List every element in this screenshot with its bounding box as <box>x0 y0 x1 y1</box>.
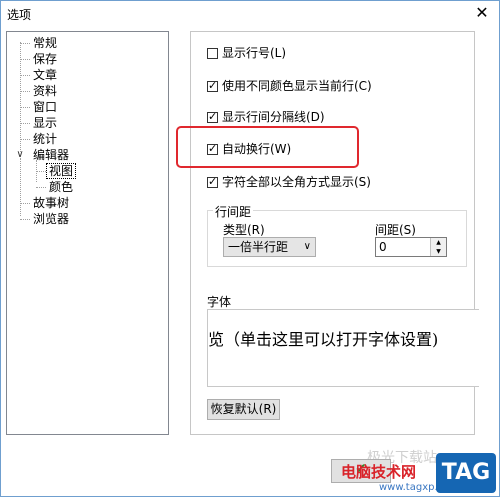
spin-up-icon[interactable]: ▲ <box>431 238 446 247</box>
spin-down-icon[interactable]: ▼ <box>431 247 446 256</box>
checkbox-box[interactable] <box>207 110 218 123</box>
full-width-chars-checkbox[interactable]: 字符全部以全角方式显示(S) <box>207 174 371 190</box>
tree-item-article[interactable]: 文章 <box>31 67 59 83</box>
tree-item-color[interactable]: 颜色 <box>47 179 75 195</box>
options-tree[interactable]: 常规 保存 文章 资料 窗口 显示 统计 ∨ 编辑器 视图 颜色 故事树 浏览器 <box>6 31 169 435</box>
title-bar: 选项 ✕ <box>1 1 499 27</box>
tree-line <box>20 123 30 124</box>
chevron-down-icon: ∨ <box>303 241 311 252</box>
watermark-brand: 电脑技术网 <box>341 463 417 481</box>
tree-item-editor[interactable]: 编辑器 <box>31 147 71 163</box>
spacing-type-label: 类型(R) <box>223 223 265 237</box>
close-icon[interactable]: ✕ <box>473 4 491 22</box>
checkbox-box[interactable] <box>207 79 218 92</box>
line-spacing-group-title: 行间距 <box>213 203 254 220</box>
tree-line <box>20 158 21 216</box>
show-line-number-checkbox[interactable]: 显示行号(L) <box>207 45 286 61</box>
highlight-current-line-checkbox[interactable]: 使用不同颜色显示当前行(C) <box>207 78 372 94</box>
collapse-chevron-icon[interactable]: ∨ <box>15 150 25 160</box>
tree-item-browser[interactable]: 浏览器 <box>31 211 71 227</box>
tree-line <box>20 59 30 60</box>
tree-line <box>36 187 46 188</box>
show-line-separator-checkbox[interactable]: 显示行间分隔线(D) <box>207 109 325 125</box>
spacing-gap-spinner[interactable]: 0 ▲ ▼ <box>375 237 447 257</box>
spacing-gap-value: 0 <box>379 240 387 254</box>
reset-default-button[interactable]: 恢复默认(R) <box>207 399 280 420</box>
tree-item-display[interactable]: 显示 <box>31 115 59 131</box>
tree-line <box>20 203 30 204</box>
tree-item-statistics[interactable]: 统计 <box>31 131 59 147</box>
tree-item-save[interactable]: 保存 <box>31 51 59 67</box>
font-label: 字体 <box>207 295 232 309</box>
checkbox-label: 显示行号(L) <box>222 46 287 60</box>
tree-item-story-tree[interactable]: 故事树 <box>31 195 71 211</box>
tree-item-view[interactable]: 视图 <box>45 163 77 179</box>
spinner-buttons: ▲ ▼ <box>430 238 446 256</box>
tree-line <box>20 219 30 220</box>
window-title: 选项 <box>7 8 32 22</box>
checkbox-label: 字符全部以全角方式显示(S) <box>222 175 371 189</box>
tree-line <box>20 75 30 76</box>
checkbox-box[interactable] <box>207 48 218 59</box>
spacing-gap-label: 间距(S) <box>375 223 416 237</box>
tree-line <box>20 139 30 140</box>
options-dialog: 选项 ✕ 常规 保存 文章 资料 窗口 显示 统计 ∨ 编辑器 视图 颜色 故事… <box>0 0 500 497</box>
tree-line <box>20 43 30 44</box>
annotation-highlight-box <box>176 126 359 168</box>
tree-line <box>36 171 46 172</box>
tree-line <box>20 107 30 108</box>
tree-item-material[interactable]: 资料 <box>31 83 59 99</box>
tree-item-general[interactable]: 常规 <box>31 35 59 51</box>
watermark-logo: TAG <box>436 453 496 493</box>
tree-line <box>20 91 30 92</box>
checkbox-label: 使用不同颜色显示当前行(C) <box>222 79 372 93</box>
checkbox-label: 显示行间分隔线(D) <box>222 110 325 124</box>
checkbox-box[interactable] <box>207 175 218 188</box>
spacing-type-value: 一倍半行距 <box>228 240 289 254</box>
spacing-type-select[interactable]: 一倍半行距 ∨ <box>223 237 316 257</box>
tree-item-window[interactable]: 窗口 <box>31 99 59 115</box>
font-preview-text: 览（单击这里可以打开字体设置) <box>208 330 439 349</box>
font-preview-box[interactable]: 览（单击这里可以打开字体设置) <box>207 309 479 387</box>
